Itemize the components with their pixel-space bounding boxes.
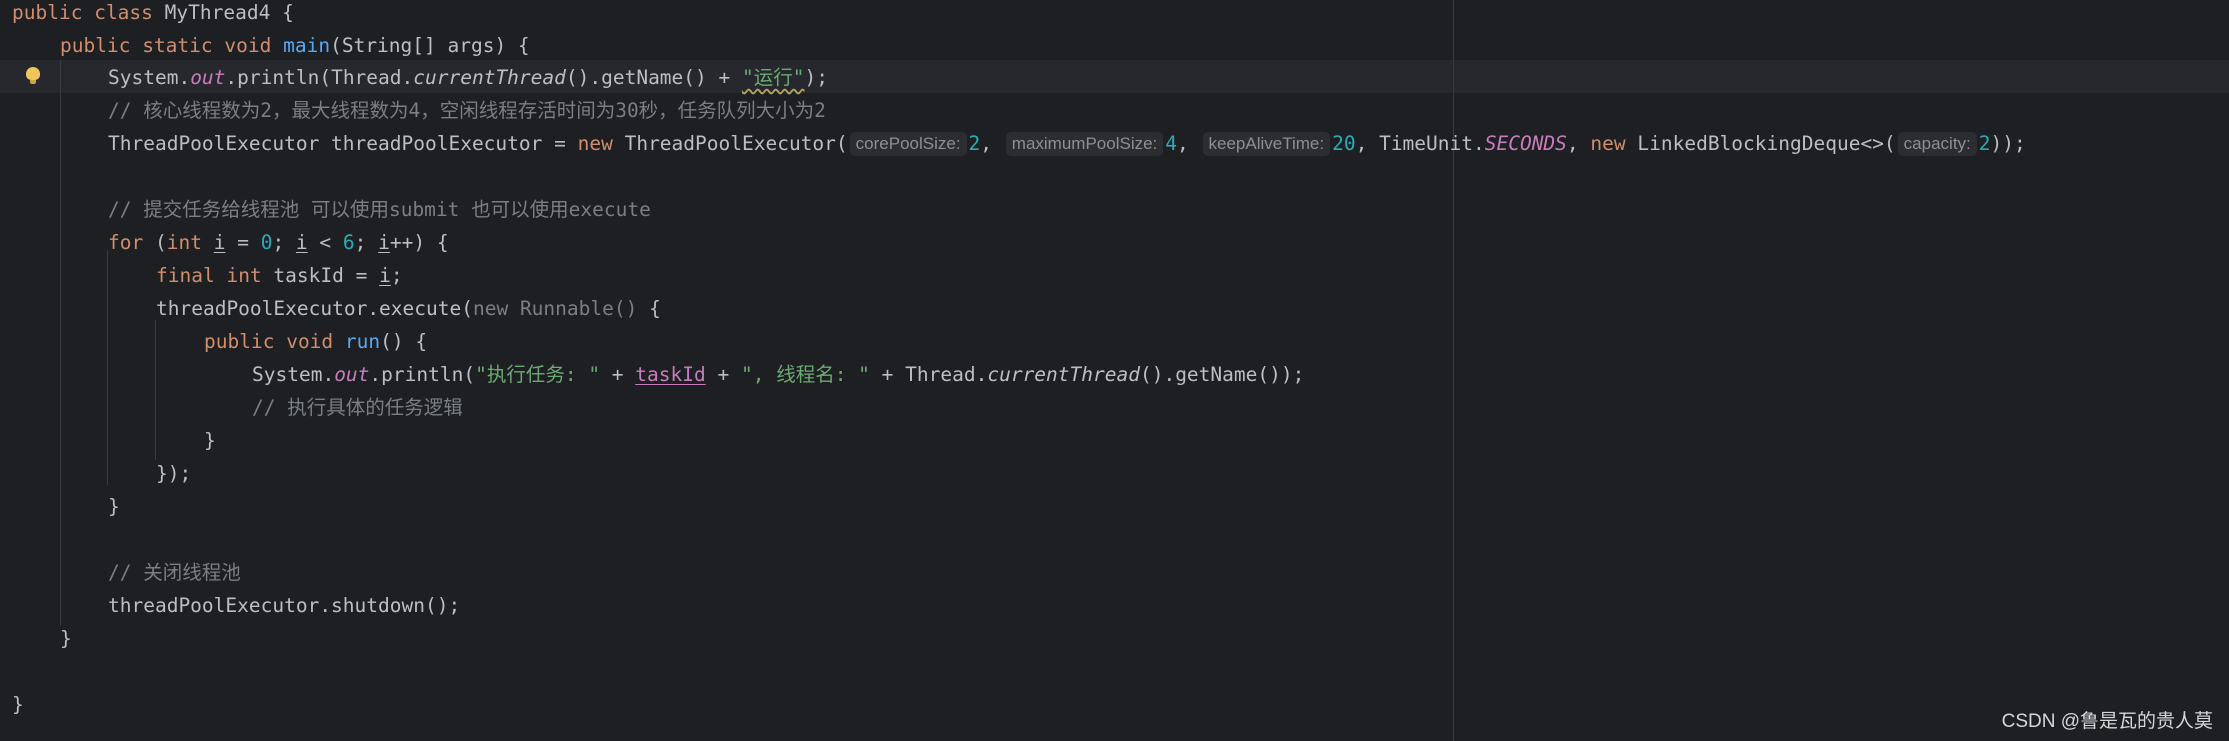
string-literal: "运行" — [742, 66, 805, 89]
code-text: + — [600, 363, 636, 386]
code-text: = — [225, 231, 261, 254]
number-literal: 2 — [1978, 132, 1991, 155]
code-text: taskId = — [261, 264, 380, 287]
code-line-close-main[interactable]: } — [60, 622, 72, 655]
loop-variable: i — [295, 231, 308, 254]
keyword: new — [1590, 132, 1626, 155]
params: (String[] args) { — [330, 34, 530, 57]
code-text: ++) { — [389, 231, 449, 254]
loop-variable: i — [379, 264, 391, 287]
code-line-close-run[interactable]: } — [204, 424, 216, 457]
code-text: ); — [804, 66, 828, 89]
code-line-main-header[interactable]: public static void main(String[] args) { — [60, 29, 530, 62]
keyword: for — [108, 231, 144, 254]
punctuation: () { — [380, 330, 428, 353]
code-line-print-task[interactable]: System.out.println("执行任务: " + taskId + "… — [252, 358, 1304, 391]
static-field: SECONDS — [1484, 132, 1567, 155]
number-literal: 4 — [1165, 132, 1178, 155]
code-text: System. — [108, 66, 191, 89]
static-field: out — [334, 363, 370, 386]
inlay-hint-capacity[interactable]: capacity: — [1897, 132, 1977, 156]
static-field: out — [190, 66, 226, 89]
punctuation: , — [980, 132, 1004, 155]
keyword: void — [224, 34, 272, 57]
code-line-print-main[interactable]: System.out.println(Thread.currentThread(… — [108, 61, 828, 94]
keyword: final — [156, 264, 215, 287]
keyword: public — [204, 330, 275, 353]
code-text: ().getName() + — [565, 66, 742, 89]
indent-guide — [155, 320, 156, 460]
code-text: , TimeUnit. — [1355, 132, 1485, 155]
code-comment[interactable]: // 核心线程数为2，最大线程数为4，空闲线程存活时间为30秒，任务队列大小为2 — [108, 94, 826, 127]
code-line-shutdown[interactable]: threadPoolExecutor.shutdown(); — [108, 589, 460, 622]
code-comment[interactable]: // 提交任务给线程池 可以使用submit 也可以使用execute — [108, 193, 651, 226]
method-name: main — [283, 34, 331, 57]
indent-guide — [60, 60, 61, 625]
code-text: ().getName()); — [1139, 363, 1305, 386]
code-text: < — [307, 231, 343, 254]
keyword: int — [166, 231, 202, 254]
code-line-class-header[interactable]: public class MyThread4 { — [12, 0, 294, 29]
keyword: class — [94, 1, 153, 24]
code-line-execute[interactable]: threadPoolExecutor.execute(new Runnable(… — [156, 292, 661, 325]
code-text: .println(Thread. — [225, 66, 414, 89]
indent-guide — [107, 250, 108, 485]
code-comment[interactable]: // 关闭线程池 — [108, 556, 241, 589]
punctuation: ; — [272, 231, 296, 254]
class-name: MyThread4 — [164, 1, 271, 24]
code-line-task-id[interactable]: final int taskId = i; — [156, 259, 403, 292]
anonymous-class: new Runnable() — [472, 297, 638, 320]
keyword: public — [60, 34, 131, 57]
keyword: static — [142, 34, 213, 57]
lightbulb-icon[interactable] — [26, 67, 40, 85]
method-name: run — [344, 330, 381, 353]
punctuation: )); — [1990, 132, 2026, 155]
code-editor[interactable]: public class MyThread4 { public static v… — [0, 0, 2229, 741]
inlay-hint-keep-alive-time[interactable]: keepAliveTime: — [1202, 132, 1331, 156]
code-text: + Thread. — [869, 363, 988, 386]
punctuation: ; — [354, 231, 379, 254]
punctuation: , — [1566, 132, 1591, 155]
string-literal: "执行任务: " — [475, 363, 601, 386]
code-text: ThreadPoolExecutor threadPoolExecutor = — [108, 132, 578, 155]
punctuation: { — [637, 297, 661, 320]
static-method: currentThread — [413, 66, 566, 89]
punctuation: ( — [143, 231, 167, 254]
code-comment[interactable]: // 执行具体的任务逻辑 — [252, 391, 463, 424]
watermark-text: CSDN @鲁是瓦的贵人莫 — [2001, 711, 2213, 732]
inlay-hint-core-pool-size[interactable]: corePoolSize: — [849, 132, 967, 156]
code-text: .println( — [369, 363, 476, 386]
static-method: currentThread — [987, 363, 1140, 386]
code-text: + — [705, 363, 741, 386]
code-line-close-class[interactable]: } — [12, 688, 24, 721]
keyword: int — [226, 264, 262, 287]
number-literal: 6 — [342, 231, 355, 254]
keyword: new — [577, 132, 613, 155]
keyword: public — [12, 1, 83, 24]
code-line-close-execute[interactable]: }); — [156, 457, 191, 490]
number-literal: 0 — [260, 231, 273, 254]
keyword: void — [286, 330, 334, 353]
code-text: ThreadPoolExecutor( — [612, 132, 848, 155]
punctuation: ; — [390, 264, 403, 287]
code-line-run[interactable]: public void run() { — [204, 325, 427, 358]
code-text: System. — [252, 363, 335, 386]
loop-variable: i — [378, 231, 390, 254]
right-margin-guide — [1453, 0, 1454, 741]
code-line-for[interactable]: for (int i = 0; i < 6; i++) { — [108, 226, 449, 259]
number-literal: 20 — [1332, 132, 1356, 155]
punctuation: { — [270, 1, 294, 24]
code-text: LinkedBlockingDeque<>( — [1625, 132, 1896, 155]
code-line-close-for[interactable]: } — [108, 490, 120, 523]
code-text: threadPoolExecutor.execute( — [156, 297, 473, 320]
captured-variable: taskId — [635, 363, 706, 386]
inlay-hint-maximum-pool-size[interactable]: maximumPoolSize: — [1005, 132, 1164, 156]
punctuation: , — [1177, 132, 1201, 155]
loop-variable: i — [213, 231, 226, 254]
string-literal: ", 线程名: " — [740, 363, 870, 386]
code-line-executor-decl[interactable]: ThreadPoolExecutor threadPoolExecutor = … — [108, 127, 2026, 160]
number-literal: 2 — [968, 132, 981, 155]
